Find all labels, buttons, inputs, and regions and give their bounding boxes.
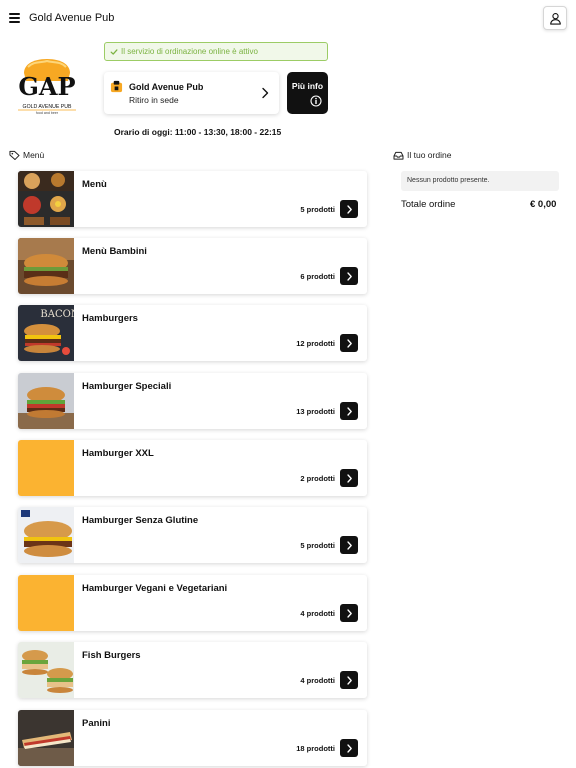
category-product-count: 18 prodotti (296, 744, 335, 753)
info-circle-icon (310, 95, 322, 107)
logo-subtagline: food and beer (36, 111, 59, 115)
category-thumbnail (18, 507, 74, 563)
category-card[interactable]: Hamburger Senza Glutine 5 prodotti (18, 507, 367, 563)
opening-hours: Orario di oggi: 11:00 - 13:30, 18:00 - 2… (114, 127, 282, 137)
chevron-right-icon (346, 338, 352, 348)
category-thumbnail (18, 238, 74, 294)
hamburger-menu-icon[interactable] (9, 13, 20, 23)
category-name: Panini (82, 718, 111, 729)
category-product-count: 13 prodotti (296, 407, 335, 416)
check-icon (110, 48, 118, 55)
category-name: Fish Burgers (82, 650, 141, 661)
category-thumbnail (18, 710, 74, 766)
category-product-count: 12 prodotti (296, 339, 335, 348)
venue-name: Gold Avenue Pub (129, 82, 204, 92)
chevron-right-icon (346, 540, 352, 550)
category-thumbnail-placeholder (18, 440, 74, 496)
category-card[interactable]: Hamburger Speciali 13 prodotti (18, 373, 367, 429)
open-category-button[interactable] (340, 604, 358, 622)
chevron-right-icon (346, 675, 352, 685)
category-card[interactable]: Menù Bambini 6 prodotti (18, 238, 367, 294)
category-card[interactable]: BACON Hamburgers 12 prodotti (18, 305, 367, 361)
chevron-right-icon (346, 743, 352, 753)
banner-text: Il servizio di ordinazione online è atti… (121, 47, 258, 56)
menu-section-heading: Menù (9, 150, 44, 160)
inbox-icon (393, 151, 404, 160)
category-card[interactable]: Panini 18 prodotti (18, 710, 367, 766)
category-product-count: 5 prodotti (300, 541, 335, 550)
chevron-right-icon (346, 473, 352, 483)
category-thumbnail: BACON (18, 305, 74, 361)
order-section-title: Il tuo ordine (407, 150, 452, 160)
category-thumbnail (18, 373, 74, 429)
order-total-label: Totale ordine (401, 199, 456, 210)
venue-card[interactable]: Gold Avenue Pub Ritiro in sede (104, 72, 279, 114)
tag-icon (9, 150, 20, 160)
category-name: Menù Bambini (82, 246, 147, 257)
category-name: Hamburger Senza Glutine (82, 515, 199, 526)
chevron-right-icon (346, 608, 352, 618)
category-card[interactable]: Menù 5 prodotti (18, 171, 367, 227)
category-thumbnail (18, 642, 74, 698)
chevron-right-icon (346, 406, 352, 416)
category-product-count: 2 prodotti (300, 474, 335, 483)
category-product-count: 5 prodotti (300, 205, 335, 214)
category-name: Hamburger XXL (82, 448, 154, 459)
open-category-button[interactable] (340, 334, 358, 352)
user-icon (549, 12, 561, 25)
category-name: Hamburger Vegani e Vegetariani (82, 583, 228, 594)
category-name: Hamburger Speciali (82, 381, 172, 392)
app-title: Gold Avenue Pub (29, 12, 115, 24)
category-name: Hamburgers (82, 313, 138, 324)
top-bar: Gold Avenue Pub (0, 0, 576, 38)
category-product-count: 4 prodotti (300, 676, 335, 685)
open-category-button[interactable] (340, 469, 358, 487)
order-empty-message: Nessun prodotto presente. (401, 171, 559, 191)
order-total-value: € 0,00 (530, 199, 557, 210)
store-icon (110, 80, 123, 93)
category-card[interactable]: Hamburger Vegani e Vegetariani 4 prodott… (18, 575, 367, 631)
open-category-button[interactable] (340, 402, 358, 420)
category-product-count: 6 prodotti (300, 272, 335, 281)
category-thumbnail (18, 171, 74, 227)
category-thumbnail-placeholder (18, 575, 74, 631)
chevron-right-icon (346, 271, 352, 281)
category-name: Menù (82, 179, 107, 190)
venue-pickup-mode: Ritiro in sede (129, 95, 179, 105)
svg-text:GAP: GAP (18, 72, 75, 101)
open-category-button[interactable] (340, 200, 358, 218)
ordering-active-banner: Il servizio di ordinazione online è atti… (104, 42, 328, 61)
more-info-label: Più info (291, 81, 324, 91)
order-section-heading: Il tuo ordine (393, 150, 451, 160)
svg-text:BACON: BACON (40, 309, 74, 320)
category-card[interactable]: Fish Burgers 4 prodotti (18, 642, 367, 698)
chevron-right-icon (262, 87, 269, 99)
category-card[interactable]: Hamburger XXL 2 prodotti (18, 440, 367, 496)
open-category-button[interactable] (340, 671, 358, 689)
category-product-count: 4 prodotti (300, 609, 335, 618)
more-info-button[interactable]: Più info (287, 72, 328, 114)
open-category-button[interactable] (340, 739, 358, 757)
open-category-button[interactable] (340, 267, 358, 285)
logo-tagline: GOLD AVENUE PUB (23, 104, 72, 110)
menu-section-title: Menù (23, 150, 45, 160)
user-account-button[interactable] (543, 6, 567, 30)
gap-logo: GAP GOLD AVENUE PUB food and beer (18, 59, 76, 115)
open-category-button[interactable] (340, 536, 358, 554)
chevron-right-icon (346, 204, 352, 214)
